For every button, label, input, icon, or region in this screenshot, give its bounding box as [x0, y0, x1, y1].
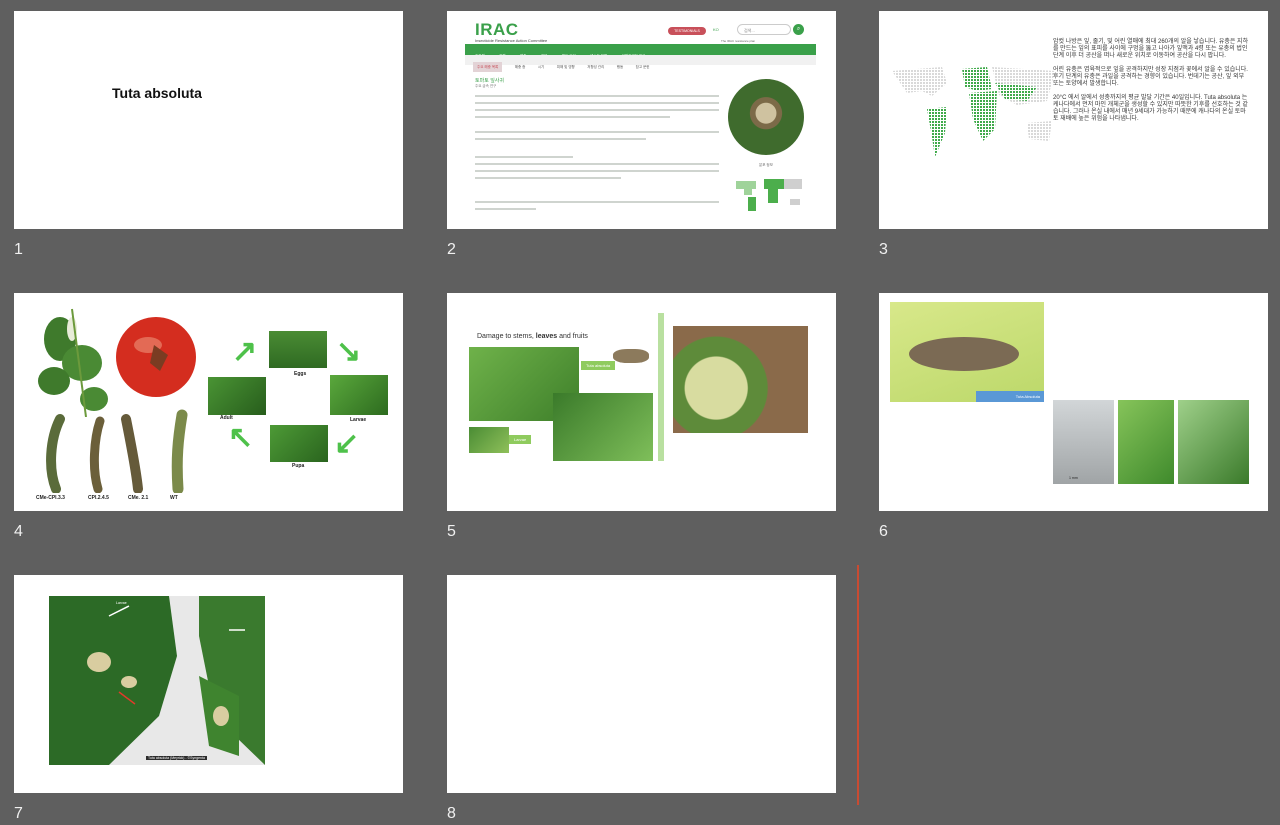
article-text-block — [475, 156, 719, 184]
irac-logo: IRAC — [475, 20, 519, 39]
slide-7[interactable]: Larvae Tuta absoluta (Meyrick) - ©Syngen… — [14, 575, 403, 793]
larvae-label: CMe-CPI.3.3 — [36, 495, 65, 501]
pupa-photo — [270, 425, 328, 462]
slide-2[interactable]: IRAC Insecticide Resistance Action Commi… — [447, 11, 836, 229]
moth-body — [909, 337, 1019, 371]
larvae-label: WT — [170, 495, 178, 501]
map-caption: 분포 정보 — [759, 163, 773, 167]
leaf-damage-photo — [553, 393, 653, 461]
insertion-cursor — [857, 565, 859, 805]
larva-photo — [1118, 400, 1174, 484]
stage-label: Larvae — [350, 417, 367, 423]
slide-6[interactable]: Tuta Absoluta 1 mm — [879, 293, 1268, 511]
larvae-image — [46, 409, 188, 493]
slide-number: 1 — [14, 241, 23, 258]
distribution-map — [736, 179, 802, 211]
larvae-label: CMe. 2.1 — [128, 495, 149, 501]
site-subnav: 주요 해충 목록 해충 종 시기 피해 및 영향 저항성 관리 행동 참고 문헌 — [465, 55, 816, 72]
infested-fruit-photo — [673, 326, 808, 433]
subnav-item: 해충 종 — [514, 65, 526, 69]
scale-label: 1 mm — [1069, 476, 1078, 480]
paragraph: 20°C 에서 알에서 성충까지의 평균 발달 기간은 40일입니다. Tuta… — [1053, 95, 1248, 122]
adult-tag: Tuta absoluta — [581, 361, 616, 370]
search-field: 검색... — [737, 24, 791, 35]
testimonials-pill: TESTIMONIALS — [668, 27, 706, 35]
cycle-arrow-icon: ↖ — [228, 421, 254, 454]
slide-8[interactable] — [447, 575, 836, 793]
slide-number: 8 — [447, 805, 456, 822]
fruit-damage-photo — [469, 427, 509, 453]
title-part: and fruits — [557, 333, 588, 340]
cycle-arrow-icon: ↙ — [334, 427, 360, 460]
eggs-photo — [269, 331, 327, 368]
cycle-arrow-icon: ↘ — [336, 335, 362, 368]
irac-subtitle: Insecticide Resistance Action Committee — [475, 38, 548, 43]
site-nav: 호회원 회원 해충 작물 행동 요인 테스트 방법 이해관계자 제공 — [465, 44, 816, 58]
tuta-absoluta-tag: Tuta Absoluta — [976, 391, 1044, 402]
subnav-item: 시기 — [537, 65, 545, 69]
cycle-arrow-icon: ↗ — [232, 335, 258, 368]
article-subheading: 주요 급속 연구 — [475, 84, 497, 88]
title-part: leaves — [535, 333, 558, 340]
article-text-block — [475, 131, 719, 145]
subnav-item: 주요 해충 목록 — [473, 62, 503, 72]
slide-number: 2 — [447, 241, 456, 258]
slide-number: 7 — [14, 805, 23, 822]
slide-title: Tuta absoluta — [112, 85, 202, 101]
damaged-leaf-image — [38, 308, 108, 417]
subnav-item: 행동 — [616, 65, 624, 69]
damage-title: Damage to stems, leaves and fruits — [477, 333, 588, 340]
article-text-block — [475, 201, 719, 215]
paragraph: 암컷 나방은 잎, 줄기, 및 어린 열매에 최대 260개의 알을 낳습니다.… — [1053, 39, 1249, 59]
world-dot-map — [892, 67, 1055, 157]
moth-photo — [728, 79, 804, 155]
slide-number: 6 — [879, 523, 888, 540]
slide-number: 5 — [447, 523, 456, 540]
article-text-block — [475, 95, 719, 123]
moth-scale-photo — [1053, 400, 1114, 484]
stage-label: Pupa — [292, 463, 305, 469]
photo-caption: Tuta absoluta (Meyrick) - ©Syngenta — [146, 756, 207, 760]
article-heading: 토마토 잎사귀 — [475, 78, 504, 84]
subnav-item: 참고 문헌 — [635, 65, 650, 69]
slide-4[interactable]: CMe-CPI.3.3 CPI.2.4.5 CMe. 2.1 WT Eggs L… — [14, 293, 403, 511]
paragraph: 어린 유충은 엽육적으로 잎을 공격하지만 성장 지점과 꽃에서 알을 수 있습… — [1053, 67, 1248, 87]
infested-leaves-image — [49, 596, 265, 765]
larvae-tag: Larvae — [509, 435, 532, 444]
stage-label: Eggs — [294, 371, 307, 377]
language-switch: KO — [713, 27, 719, 32]
moth-photo — [613, 349, 649, 363]
slide-1[interactable]: Tuta absoluta — [14, 11, 403, 229]
larvae-label: Larvae — [116, 601, 127, 605]
stem-photo — [1178, 400, 1249, 484]
slide-5[interactable]: Damage to stems, leaves and fruits Tuta … — [447, 293, 836, 511]
damaged-tomato-image — [116, 317, 196, 397]
search-icon: ⌕ — [793, 24, 804, 35]
tagline: The IRAC resistance plan — [721, 39, 756, 43]
subnav-item: 피해 및 영향 — [556, 65, 575, 69]
larvae-stage-photo — [330, 375, 388, 415]
title-part: Damage to stems, — [477, 333, 536, 340]
adult-photo — [208, 377, 266, 415]
slide-3-text: 암컷 나방은 잎, 줄기, 및 어린 열매에 최대 260개의 알을 낳습니다.… — [1053, 39, 1249, 130]
slide-number: 3 — [879, 241, 888, 258]
slide-number: 4 — [14, 523, 23, 540]
larvae-label: CPI.2.4.5 — [88, 495, 109, 501]
slide-3[interactable]: 암컷 나방은 잎, 줄기, 및 어린 열매에 최대 260개의 알을 낳습니다.… — [879, 11, 1268, 229]
subnav-item: 저항성 관리 — [587, 65, 605, 69]
